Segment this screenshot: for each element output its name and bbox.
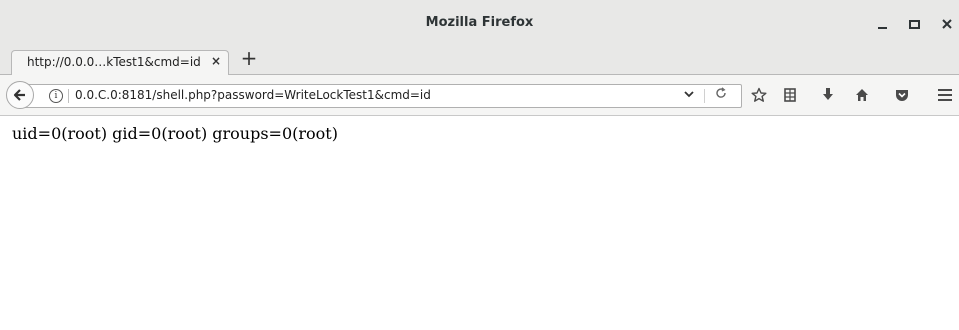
maximize-button[interactable] <box>904 14 924 34</box>
download-svg <box>823 88 833 100</box>
new-tab-button[interactable]: + <box>239 47 259 69</box>
reading-list-svg <box>784 88 796 102</box>
title-bar: Mozilla Firefox <box>0 0 959 46</box>
back-button[interactable] <box>6 81 34 109</box>
hamburger-menu-icon[interactable] <box>934 85 956 105</box>
close-window-button[interactable] <box>937 14 957 34</box>
page-content: uid=0(root) gid=0(root) groups=0(root) <box>0 116 959 330</box>
star-icon[interactable] <box>748 85 770 105</box>
tab-active[interactable]: http://0.0.0…kTest1&cmd=id × <box>11 50 229 75</box>
chevron-down-icon[interactable] <box>681 87 697 105</box>
maximize-icon <box>908 19 920 29</box>
url-divider-2 <box>704 89 705 103</box>
url-bar[interactable]: i 0.0.C.0:8181/shell.php?password=WriteL… <box>22 84 742 108</box>
url-divider <box>68 89 69 103</box>
download-icon[interactable] <box>817 85 839 105</box>
tab-strip: http://0.0.0…kTest1&cmd=id × + <box>0 46 959 75</box>
tab-label: http://0.0.0…kTest1&cmd=id <box>27 55 201 69</box>
minimize-icon <box>877 27 887 29</box>
browser-window: Mozilla Firefox http://0.0.0…kTest1&cmd=… <box>0 0 959 330</box>
home-icon[interactable] <box>851 85 873 105</box>
tab-close-icon[interactable]: × <box>211 54 221 68</box>
home-svg <box>856 89 868 101</box>
menu-svg <box>938 89 952 101</box>
info-icon[interactable]: i <box>49 89 63 103</box>
reload-icon[interactable] <box>713 87 729 105</box>
command-output: uid=0(root) gid=0(root) groups=0(root) <box>12 124 338 143</box>
back-arrow-icon <box>13 89 25 101</box>
reload-svg <box>716 87 726 98</box>
bookmark-star-svg <box>751 87 767 102</box>
reading-list-icon[interactable] <box>779 85 801 105</box>
pocket-icon[interactable] <box>891 85 913 105</box>
nav-bar: i 0.0.C.0:8181/shell.php?password=WriteL… <box>0 75 959 116</box>
window-title: Mozilla Firefox <box>425 15 534 30</box>
dropdown-chevron-svg <box>684 91 694 98</box>
minimize-button[interactable] <box>872 14 892 34</box>
pocket-svg <box>896 90 908 101</box>
url-text[interactable]: 0.0.C.0:8181/shell.php?password=WriteLoc… <box>75 88 431 102</box>
close-icon <box>942 19 952 29</box>
